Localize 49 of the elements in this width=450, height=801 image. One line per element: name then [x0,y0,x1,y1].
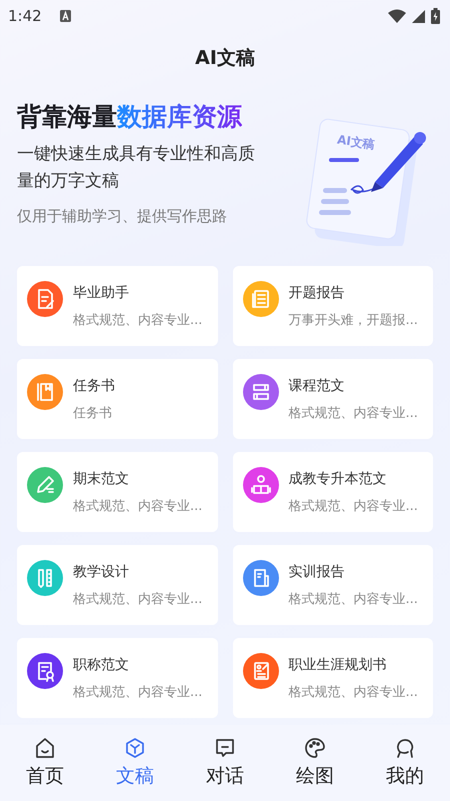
card-description: 格式规范、内容专业... [73,312,202,328]
card-description: 任务书 [73,404,113,422]
profile-icon [394,737,416,759]
category-card[interactable]: 实训报告 格式规范、内容专业... [232,545,433,625]
home-icon [34,737,56,759]
nav-tab[interactable]: 首页 [10,737,80,789]
nav-tab[interactable]: 绘图 [280,737,350,789]
chat-icon [214,737,236,759]
card-title: 职业生涯规划书 [288,656,388,674]
category-card[interactable]: 期末范文 格式规范、内容专业... [17,452,218,532]
notification-icon [60,10,71,22]
category-card[interactable]: 成教专升本范文 格式规范、内容专业... [232,452,433,532]
nav-tab[interactable]: 我的 [370,737,440,789]
status-time: 1:42 [8,7,42,25]
category-card[interactable]: 任务书 任务书 [17,359,218,439]
hero-note: 仅用于辅助学习、提供写作思路 [17,207,228,226]
card-title: 开题报告 [288,284,346,302]
card-title: 教学设计 [73,562,130,580]
card-title: 毕业助手 [73,284,130,302]
card-title: 职称范文 [73,656,130,674]
category-card[interactable]: 职业生涯规划书 格式规范、内容专业... [232,638,433,718]
illustration-label: AI文稿 [336,131,376,154]
card-title: 期末范文 [73,470,130,488]
hero-subtitle: 一键快速生成具有专业性和高质量的万字文稿 [17,143,256,193]
page-title: AI文稿 [195,46,255,71]
signal-icon [412,10,425,22]
card-title: 成教专升本范文 [288,470,388,488]
category-card[interactable]: 开题报告 万事开头难，开题报... [232,266,433,346]
nav-tab[interactable]: 对话 [190,737,260,789]
card-description: 格式规范、内容专业... [73,590,202,608]
card-title: 任务书 [73,376,115,394]
card-description: 万事开头难，开题报... [288,312,418,328]
card-description: 格式规范、内容专业... [73,684,202,700]
category-card[interactable]: 教学设计 格式规范、内容专业... [17,545,218,625]
card-description: 格式规范、内容专业... [73,498,202,514]
wifi-icon [388,9,406,23]
category-card[interactable]: 职称范文 格式规范、内容专业... [17,638,218,718]
nav-tab[interactable]: 文稿 [100,737,170,789]
cube-icon [124,737,146,759]
card-title: 课程范文 [288,376,346,394]
category-card[interactable]: 课程范文 格式规范、内容专业... [232,359,433,439]
card-description: 格式规范、内容专业... [288,404,418,422]
palette-icon [304,737,326,759]
card-description: 格式规范、内容专业... [288,684,418,700]
category-card[interactable]: 毕业助手 格式规范、内容专业... [17,266,218,346]
card-title: 实训报告 [288,562,346,580]
battery-icon [431,8,440,24]
card-description: 格式规范、内容专业... [288,498,418,514]
card-description: 格式规范、内容专业... [288,590,418,608]
